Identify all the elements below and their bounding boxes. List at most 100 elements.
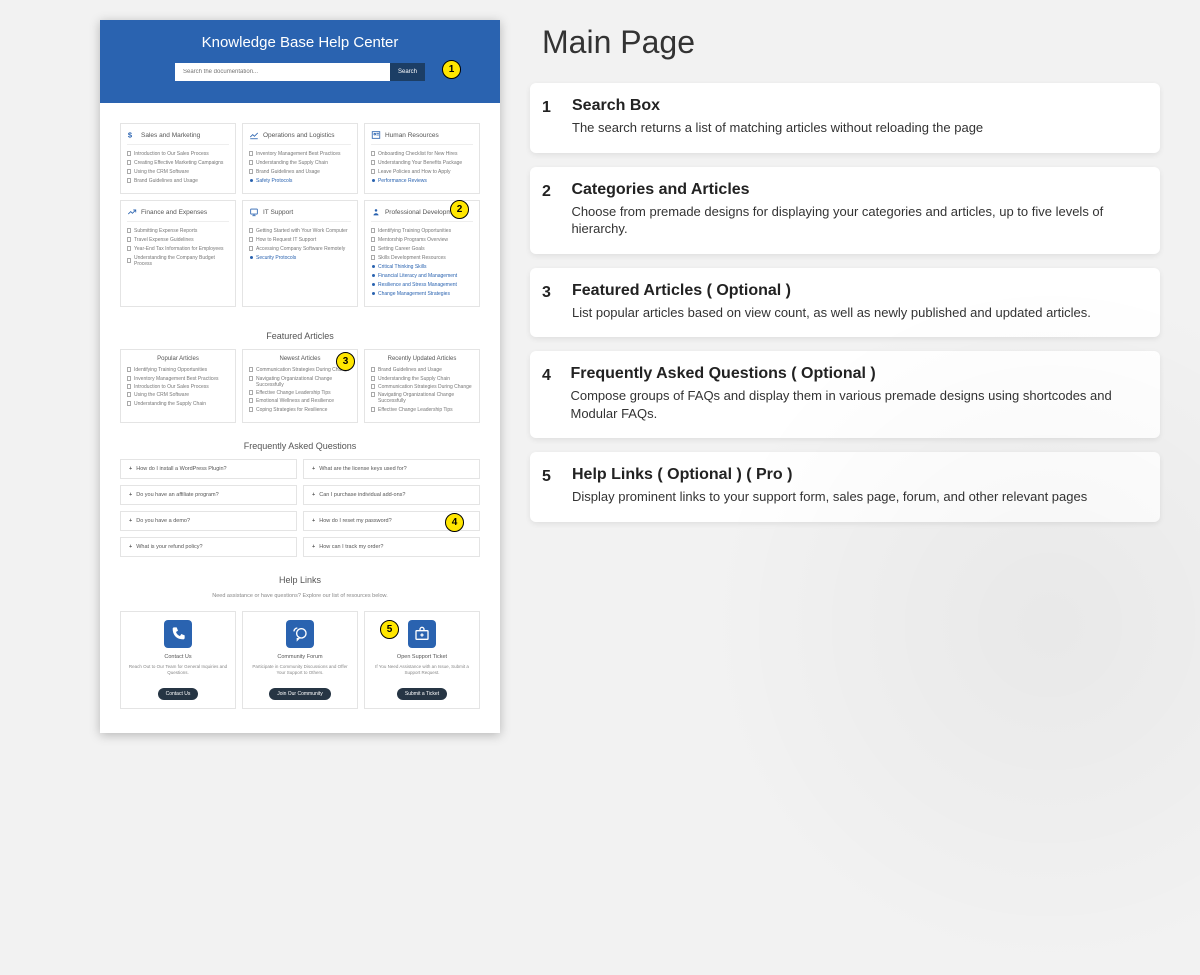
article-link[interactable]: Communication Strategies During Change [371,383,473,391]
dot-icon [250,179,253,182]
description-number: 5 [542,466,558,506]
article-link[interactable]: Skills Development Resources [371,253,473,262]
faq-item[interactable]: +Can I purchase individual add-ons? [303,485,480,505]
subcategory-link[interactable]: Financial Literacy and Management [371,271,473,280]
article-link[interactable]: Creating Effective Marketing Campaigns [127,158,229,167]
doc-icon [127,160,131,165]
category-card[interactable]: $Sales and MarketingIntroduction to Our … [120,123,236,194]
article-link[interactable]: Understanding the Supply Chain [249,158,351,167]
article-link[interactable]: Leave Policies and How to Apply [371,167,473,176]
article-link[interactable]: How to Request IT Support [249,235,351,244]
article-link[interactable]: Effective Change Leadership Tips [249,389,351,397]
search-input[interactable] [175,63,390,81]
faq-item[interactable]: +How do I install a WordPress Plugin? [120,459,297,479]
description-title: Search Box [572,97,983,115]
article-link[interactable]: Communication Strategies During Change [249,366,351,374]
category-card[interactable]: IT Support Getting Started with Your Work… [242,200,358,307]
doc-icon [371,384,375,389]
help-card-title: Contact Us [127,654,229,660]
article-link[interactable]: Using the CRM Software [127,391,229,399]
callout-badge: 4 [445,513,464,532]
article-link[interactable]: Brand Guidelines and Usage [127,176,229,185]
expand-icon: + [312,466,315,472]
category-title: IT Support [263,209,293,216]
article-link[interactable]: Submitting Expense Reports [127,226,229,235]
article-link[interactable]: Coping Strategies for Resilience [249,406,351,414]
article-link[interactable]: Year-End Tax Information for Employees [127,244,229,253]
article-link[interactable]: Mentorship Programs Overview [371,235,473,244]
doc-icon [371,376,375,381]
faq-question: What is your refund policy? [136,544,202,550]
description-number: 1 [542,97,558,137]
category-card[interactable]: Finance and ExpensesSubmitting Expense R… [120,200,236,307]
doc-icon [127,384,131,389]
article-link[interactable]: Onboarding Checklist for New Hires [371,149,473,158]
doc-icon [371,228,375,233]
subcategory-link[interactable]: Safety Protocols [249,176,351,185]
article-link[interactable]: Inventory Management Best Practices [127,374,229,382]
expand-icon: + [312,544,315,550]
help-card-button[interactable]: Contact Us [158,688,199,700]
article-link[interactable]: Inventory Management Best Practices [249,149,351,158]
article-link[interactable]: Understanding Your Benefits Package [371,158,473,167]
help-title: Help Links [120,575,480,585]
doc-icon [371,237,375,242]
subcategory-link[interactable]: Security Protocols [249,253,351,262]
faq-item[interactable]: +Do you have an affiliate program? [120,485,297,505]
article-link[interactable]: Brand Guidelines and Usage [371,366,473,374]
article-link[interactable]: Navigating Organizational Change Success… [249,374,351,388]
faq-item[interactable]: +How can I track my order? [303,537,480,557]
subcategory-link[interactable]: Change Management Strategies [371,289,473,298]
subcategory-link[interactable]: Critical Thinking Skills [371,262,473,271]
search-bar: Search [175,63,425,81]
faq-item[interactable]: +Do you have a demo? [120,511,297,531]
doc-icon [127,169,131,174]
description-card: 2Categories and ArticlesChoose from prem… [530,167,1160,254]
category-card[interactable]: Operations and LogisticsInventory Manage… [242,123,358,194]
dot-icon [372,283,375,286]
article-link[interactable]: Understanding the Company Budget Process [127,253,229,268]
category-title: Human Resources [385,132,439,139]
article-link[interactable]: Using the CRM Software [127,167,229,176]
category-grid: $Sales and MarketingIntroduction to Our … [120,123,480,307]
help-icon [408,620,436,648]
doc-icon [249,151,253,156]
article-link[interactable]: Introduction to Our Sales Process [127,383,229,391]
category-icon [249,130,259,140]
dot-icon [372,179,375,182]
article-link[interactable]: Navigating Organizational Change Success… [371,391,473,405]
article-link[interactable]: Getting Started with Your Work Computer [249,226,351,235]
dot-icon [372,265,375,268]
description-title: Categories and Articles [571,181,1142,199]
help-card-button[interactable]: Join Our Community [269,688,331,700]
faq-question: How do I install a WordPress Plugin? [136,466,226,472]
article-link[interactable]: Understanding the Supply Chain [127,400,229,408]
category-card[interactable]: Human Resources Onboarding Checklist for … [364,123,480,194]
article-link[interactable]: Emotional Wellness and Resilience [249,397,351,405]
doc-icon [249,237,253,242]
help-card-title: Open Support Ticket [371,654,473,660]
faq-item[interactable]: +What is your refund policy? [120,537,297,557]
article-link[interactable]: Introduction to Our Sales Process [127,149,229,158]
article-link[interactable]: Travel Expense Guidelines [127,235,229,244]
subcategory-link[interactable]: Performance Reviews [371,176,473,185]
doc-icon [127,367,131,372]
article-link[interactable]: Identifying Training Opportunities [127,366,229,374]
article-link[interactable]: Effective Change Leadership Tips [371,406,473,414]
callout-badge: 5 [380,620,399,639]
article-link[interactable]: Accessing Company Software Remotely [249,244,351,253]
article-link[interactable]: Brand Guidelines and Usage [249,167,351,176]
help-card-button[interactable]: Submit a Ticket [397,688,447,700]
help-icon [164,620,192,648]
description-number: 3 [542,282,558,322]
help-card-desc: Reach Out to Our Team for General Inquir… [127,664,229,676]
faq-item[interactable]: +What are the license keys used for? [303,459,480,479]
help-card: Contact Us Reach Out to Our Team for Gene… [120,611,236,709]
article-link[interactable]: Understanding the Supply Chain [371,374,473,382]
subcategory-link[interactable]: Resilience and Stress Management [371,280,473,289]
help-grid: Contact Us Reach Out to Our Team for Gene… [120,611,480,709]
doc-icon [249,169,253,174]
article-link[interactable]: Setting Career Goals [371,244,473,253]
search-button[interactable]: Search [390,63,425,81]
article-link[interactable]: Identifying Training Opportunities [371,226,473,235]
